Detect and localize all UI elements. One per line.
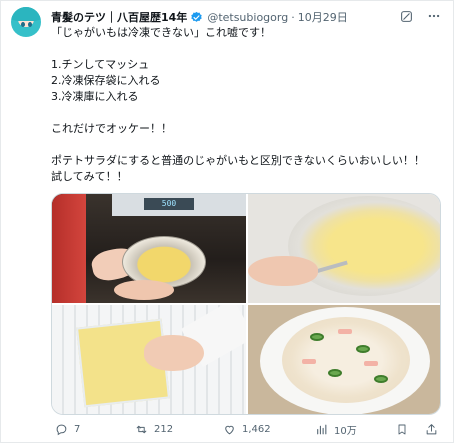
views-icon — [315, 423, 328, 436]
cucumber — [328, 369, 342, 377]
reply-icon — [55, 423, 68, 436]
text-line — [51, 41, 443, 57]
text-line: これだけでオッケー！！ — [51, 122, 172, 135]
cucumber — [356, 345, 370, 353]
repost-count: 212 — [154, 423, 174, 435]
oven-display: 500 — [144, 198, 194, 210]
avatar[interactable] — [11, 7, 41, 37]
text-line — [51, 105, 443, 121]
repost-button[interactable]: 212 — [135, 423, 173, 436]
tweet-header: 青髪のテツ｜八百屋歴14年 @tetsubiogorg · 10月29日 — [51, 9, 445, 25]
text-line: 2.冷凍保存袋に入れる — [51, 74, 161, 87]
ham — [338, 329, 352, 334]
ham — [364, 361, 378, 366]
header-actions — [399, 9, 441, 23]
tweet-card[interactable]: 青髪のテツ｜八百屋歴14年 @tetsubiogorg · 10月29日 「じゃ… — [0, 0, 454, 443]
like-button[interactable]: 1,462 — [223, 423, 271, 436]
text-line: 試してみて！！ — [51, 170, 128, 183]
text-line: 1.チンしてマッシュ — [51, 58, 150, 71]
avatar-eye-left — [21, 22, 25, 27]
ham — [302, 359, 316, 364]
like-icon — [223, 423, 236, 436]
avatar-hair — [11, 7, 41, 21]
text-line: ポテトサラダにすると普通のじゃがいもと区別できないくらいおいしい！！ — [51, 154, 425, 167]
hand — [114, 280, 174, 300]
post-date[interactable]: 10月29日 — [298, 9, 348, 25]
hand — [144, 335, 204, 371]
more-icon[interactable] — [427, 9, 441, 23]
share-icon — [425, 423, 438, 436]
text-line: 「じゃがいもは冷凍できない」これ嘘です！ — [51, 26, 271, 39]
photo-microwave-potatoes[interactable]: 500 — [52, 194, 246, 303]
separator-dot: · — [291, 10, 295, 24]
reply-count: 7 — [74, 423, 81, 435]
like-count: 1,462 — [242, 423, 271, 435]
photo-potato-salad[interactable] — [248, 305, 440, 414]
cucumber — [310, 333, 324, 341]
author-handle[interactable]: @tetsubiogorg — [207, 11, 288, 24]
share-button[interactable] — [425, 423, 438, 436]
avatar-eye-right — [28, 22, 32, 27]
repost-icon — [135, 423, 148, 436]
author-name[interactable]: 青髪のテツ｜八百屋歴14年 — [51, 9, 187, 25]
media-grid: 500 — [51, 193, 441, 415]
tweet-text: 「じゃがいもは冷凍できない」これ嘘です！ 1.チンしてマッシュ 2.冷凍保存袋に… — [51, 25, 443, 185]
cucumber — [374, 375, 388, 383]
views-button[interactable]: 10万 — [315, 422, 357, 437]
tweet-actions: 7 212 1,462 10万 — [51, 421, 443, 437]
text-line: 3.冷凍庫に入れる — [51, 90, 139, 103]
verified-badge-icon — [190, 11, 203, 24]
oven-door — [52, 194, 86, 303]
text-line — [51, 137, 443, 153]
photo-mashing-potatoes[interactable] — [248, 194, 440, 303]
photo-freezer-bag[interactable] — [52, 305, 246, 414]
views-count: 10万 — [334, 425, 357, 437]
bookmark-button[interactable] — [395, 423, 408, 436]
grok-icon[interactable] — [399, 9, 413, 23]
reply-button[interactable]: 7 — [55, 423, 80, 436]
hand — [248, 256, 318, 286]
bookmark-icon — [395, 423, 408, 436]
